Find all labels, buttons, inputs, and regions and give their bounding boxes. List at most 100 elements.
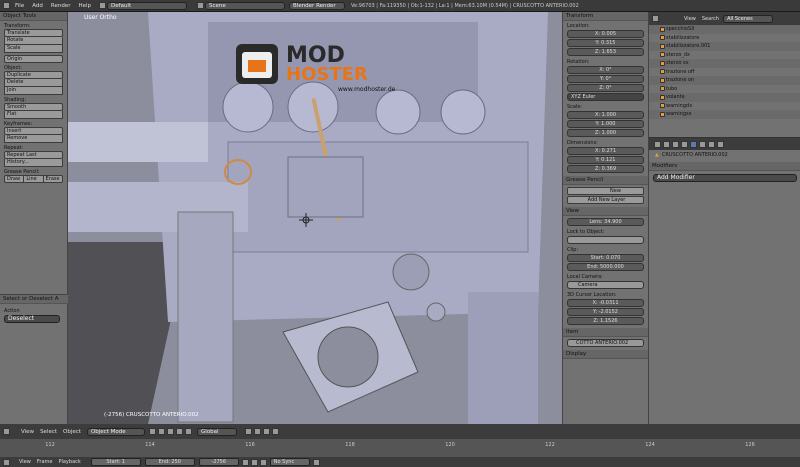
rotate-button[interactable]: Rotate: [4, 37, 63, 45]
display-header[interactable]: Display: [563, 350, 648, 359]
join-button[interactable]: Join: [4, 87, 63, 95]
duplicate-button[interactable]: Duplicate: [4, 71, 63, 79]
shading-icon[interactable]: [148, 428, 156, 435]
operator-title[interactable]: Select or Deselect A: [0, 295, 68, 304]
rotation-mode-select[interactable]: XYZ Euler: [567, 93, 644, 101]
outliner-item[interactable]: stabilizzatore: [649, 34, 800, 43]
scene-filter-select[interactable]: All Scenes: [723, 14, 774, 23]
insert-keyframe-button[interactable]: Insert: [4, 127, 63, 135]
timeline-playback-menu[interactable]: Playback: [58, 459, 80, 465]
line-button[interactable]: Line: [24, 175, 44, 183]
outliner-search-menu[interactable]: Search: [702, 16, 719, 22]
menu-help[interactable]: Help: [78, 3, 91, 9]
grease-new-button[interactable]: New: [567, 187, 644, 195]
select-menu[interactable]: Select: [40, 429, 57, 435]
view-header[interactable]: View: [563, 207, 648, 216]
dimensions-z-field[interactable]: Z: 0.369: [567, 165, 644, 173]
3d-view-editor-icon[interactable]: [3, 428, 10, 435]
object-menu[interactable]: Object: [63, 429, 81, 435]
orientation-select[interactable]: Global: [196, 427, 237, 436]
mode-select[interactable]: Object Mode: [86, 427, 145, 436]
layout-field[interactable]: Default: [107, 1, 188, 10]
history-button[interactable]: History...: [4, 159, 63, 167]
end-frame-field[interactable]: End: 250: [144, 458, 195, 466]
menu-add[interactable]: Add: [32, 3, 43, 9]
material-tab-icon[interactable]: [708, 140, 715, 148]
lock-object-field[interactable]: [567, 236, 644, 244]
play-icon[interactable]: [250, 458, 258, 466]
start-frame-field[interactable]: Start: 1: [90, 458, 141, 466]
origin-button[interactable]: Origin: [4, 55, 63, 63]
outliner-view-menu[interactable]: View: [684, 16, 696, 22]
smooth-button[interactable]: Smooth: [4, 103, 63, 111]
timeline[interactable]: 112 114 116 118 120 122 124 126: [0, 439, 800, 457]
outliner-item[interactable]: trazione off: [649, 68, 800, 77]
local-camera-field[interactable]: Camera: [567, 281, 644, 289]
editor-type-icon[interactable]: [3, 2, 10, 9]
draw-button[interactable]: Draw: [4, 175, 25, 183]
rotation-y-field[interactable]: Y: 0°: [567, 75, 644, 83]
outliner-item[interactable]: sterzo sx: [649, 59, 800, 68]
add-new-layer-button[interactable]: Add New Layer: [567, 196, 644, 204]
item-name-field[interactable]: COTTO ANTERIO.002: [567, 339, 644, 347]
object-tab-icon[interactable]: [681, 140, 688, 148]
outliner-editor-icon[interactable]: [652, 15, 659, 22]
modifier-tab-icon[interactable]: [690, 140, 697, 148]
flat-button[interactable]: Flat: [4, 111, 63, 119]
menu-render[interactable]: Render: [51, 3, 71, 9]
clip-end-field[interactable]: End: 5000.000: [567, 263, 644, 271]
menu-file[interactable]: File: [15, 3, 24, 9]
snap-icon[interactable]: [253, 428, 261, 435]
timeline-editor-icon[interactable]: [3, 458, 10, 466]
repeat-last-button[interactable]: Repeat Last: [4, 151, 63, 159]
translate-button[interactable]: Translate: [4, 29, 63, 37]
3d-viewport[interactable]: User Ortho MOD HOSTER www.modhoster.de (…: [68, 12, 562, 424]
proportional-icon[interactable]: [262, 428, 270, 435]
jump-start-icon[interactable]: [241, 458, 249, 466]
timeline-view-menu[interactable]: View: [19, 459, 31, 465]
cursor-z-field[interactable]: Z: 1.1526: [567, 317, 644, 325]
outliner-item[interactable]: specchioSX: [649, 25, 800, 34]
location-x-field[interactable]: X: 0.005: [567, 30, 644, 38]
pivot-icon[interactable]: [157, 428, 165, 435]
manipulator-icon[interactable]: [166, 428, 174, 435]
cursor-y-field[interactable]: Y: -2.0152: [567, 308, 644, 316]
outliner-item[interactable]: trazione on: [649, 76, 800, 85]
jump-end-icon[interactable]: [259, 458, 267, 466]
scale-y-field[interactable]: Y: 1.000: [567, 120, 644, 128]
lens-field[interactable]: Lens: 34.900: [567, 218, 644, 226]
outliner-item[interactable]: sterzo_dx: [649, 51, 800, 60]
keying-icon[interactable]: [312, 458, 320, 466]
world-tab-icon[interactable]: [672, 140, 679, 148]
scale-z-field[interactable]: Z: 1.000: [567, 129, 644, 137]
timeline-frame-menu[interactable]: Frame: [37, 459, 53, 465]
render-tab-icon[interactable]: [654, 140, 661, 148]
outliner-item[interactable]: warningdx: [649, 102, 800, 111]
outliner-item[interactable]: volante: [649, 93, 800, 102]
scale-button[interactable]: Scale: [4, 45, 63, 53]
location-y-field[interactable]: Y: 0.315: [567, 39, 644, 47]
translate-icon[interactable]: [175, 428, 183, 435]
modifiers-header[interactable]: Modifiers: [649, 162, 800, 171]
object-tools-header[interactable]: Object Tools: [0, 12, 67, 21]
view-menu[interactable]: View: [21, 429, 34, 435]
texture-tab-icon[interactable]: [717, 140, 724, 148]
remove-keyframe-button[interactable]: Remove: [4, 135, 63, 143]
rotation-x-field[interactable]: X: 0°: [567, 66, 644, 74]
outliner-item[interactable]: stabilizzatore.001: [649, 42, 800, 51]
add-modifier-select[interactable]: Add Modifier: [653, 174, 797, 182]
scene-tab-icon[interactable]: [663, 140, 670, 148]
location-z-field[interactable]: Z: 1.653: [567, 48, 644, 56]
transform-header[interactable]: Transform: [563, 12, 648, 21]
current-frame-field[interactable]: -2756: [198, 458, 239, 466]
scale-x-field[interactable]: X: 1.000: [567, 111, 644, 119]
erase-button[interactable]: Erase: [43, 175, 63, 183]
render-engine-select[interactable]: Blender Render: [289, 1, 346, 10]
layer-icon[interactable]: [244, 428, 252, 435]
outliner-item[interactable]: tubo: [649, 85, 800, 94]
outliner-item[interactable]: warningsx: [649, 110, 800, 119]
render-icon[interactable]: [271, 428, 279, 435]
rotation-z-field[interactable]: Z: 0°: [567, 84, 644, 92]
dimensions-x-field[interactable]: X: 0.271: [567, 147, 644, 155]
cursor-x-field[interactable]: X: -0.0311: [567, 299, 644, 307]
